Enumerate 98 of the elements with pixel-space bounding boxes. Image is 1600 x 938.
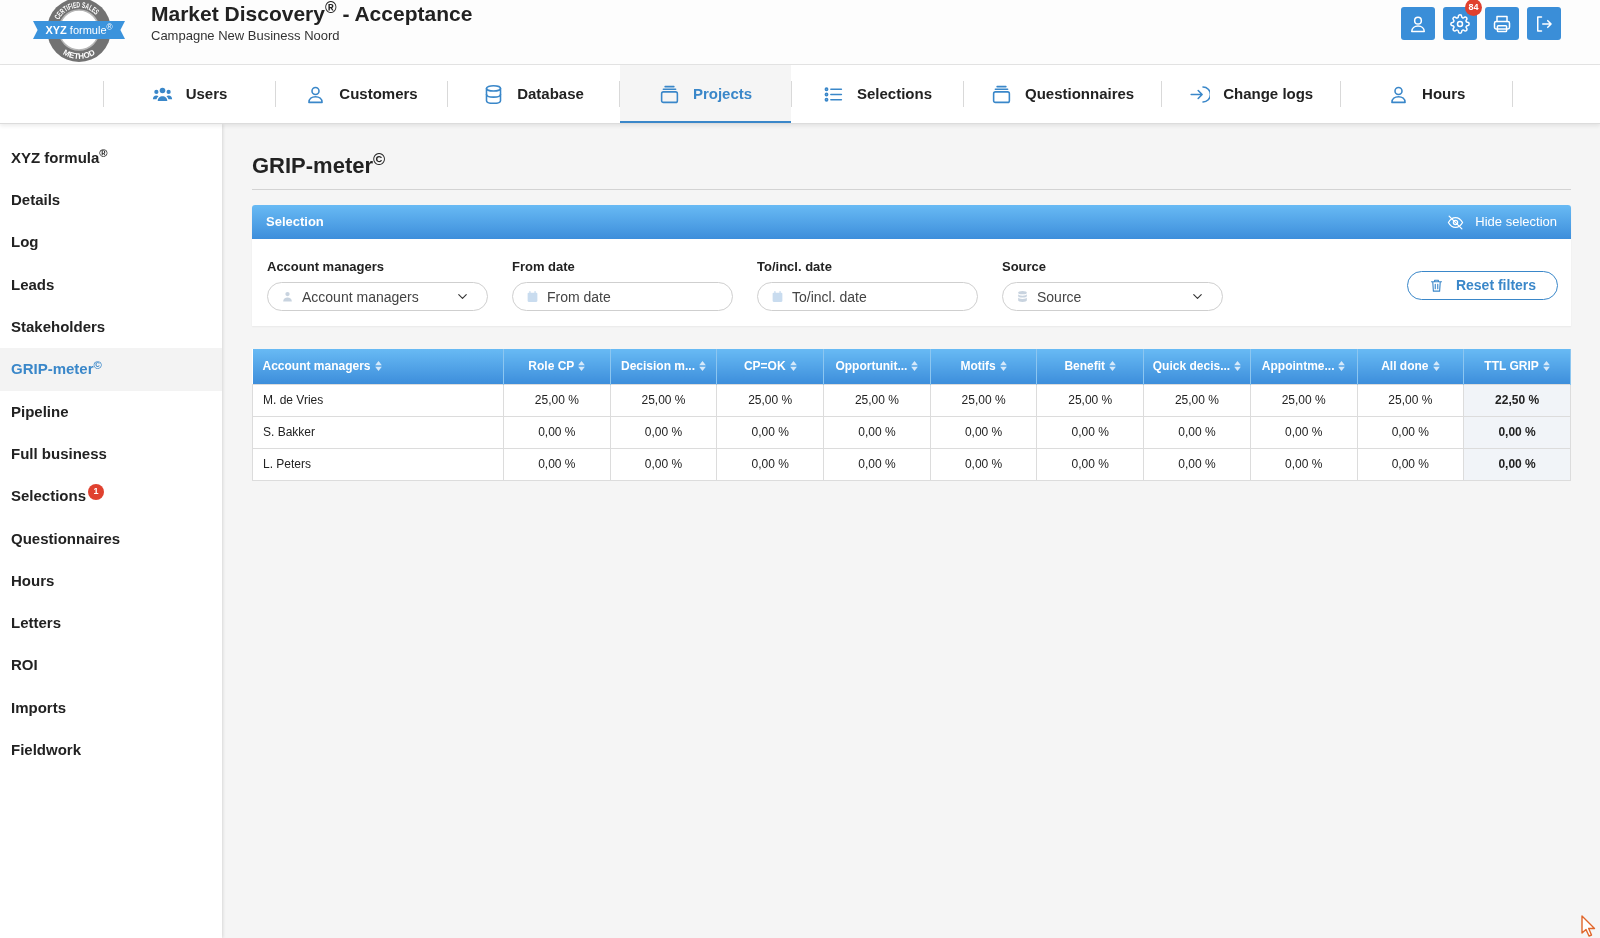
table-cell: 0,00 % bbox=[1357, 416, 1464, 448]
table-cell: 0,00 % bbox=[503, 448, 611, 480]
table-cell: 0,00 % bbox=[1357, 448, 1464, 480]
table-cell: 0,00 % bbox=[1463, 416, 1571, 448]
table-cell: 0,00 % bbox=[610, 448, 717, 480]
database-icon bbox=[1016, 290, 1029, 303]
table-cell: 22,50 % bbox=[1463, 384, 1571, 416]
table-cell: 25,00 % bbox=[930, 384, 1037, 416]
logo-ribbon: XYZ formule$^{®}$ bbox=[33, 21, 125, 39]
sidebar-item[interactable]: ROI bbox=[0, 644, 222, 687]
dropdown-field[interactable]: Account managers bbox=[267, 282, 488, 311]
date-field[interactable]: From date bbox=[512, 282, 733, 311]
sort-icon bbox=[1542, 361, 1550, 372]
table-cell: 0,00 % bbox=[930, 416, 1037, 448]
cursor-icon bbox=[1581, 915, 1596, 937]
filter-label: To/incl. date bbox=[757, 259, 832, 275]
table-cell: 0,00 % bbox=[930, 448, 1037, 480]
table-cell: 0,00 % bbox=[1143, 416, 1251, 448]
nav-tab[interactable]: Hours bbox=[1341, 65, 1513, 123]
table-cell: 0,00 % bbox=[1036, 448, 1144, 480]
logout-button[interactable] bbox=[1527, 7, 1561, 40]
page-title: GRIP-meter$^{©}$ bbox=[252, 151, 386, 180]
nav-tab[interactable]: Database bbox=[448, 65, 619, 123]
sort-icon bbox=[999, 361, 1007, 372]
filter-label: Account managers bbox=[267, 259, 385, 275]
table-cell: 0,00 % bbox=[610, 416, 717, 448]
table-cell: 0,00 % bbox=[1250, 416, 1357, 448]
user-icon bbox=[281, 290, 294, 303]
table-cell: 25,00 % bbox=[503, 384, 611, 416]
table-cell: 0,00 % bbox=[823, 448, 931, 480]
stack-icon bbox=[658, 83, 680, 105]
sidebar-item[interactable]: Letters bbox=[0, 602, 222, 645]
sidebar-item[interactable]: Full business bbox=[0, 433, 222, 476]
table-cell: 0,00 % bbox=[1250, 448, 1357, 480]
table-cell: 25,00 % bbox=[716, 384, 824, 416]
filter-label: From date bbox=[512, 259, 575, 275]
sidebar-item[interactable]: Stakeholders bbox=[0, 306, 222, 349]
sort-icon bbox=[911, 361, 919, 372]
table-cell: 0,00 % bbox=[716, 448, 824, 480]
sidebar-item[interactable]: Questionnaires bbox=[0, 517, 222, 560]
table-cell: 25,00 % bbox=[823, 384, 931, 416]
sidebar-item[interactable]: Pipeline bbox=[0, 390, 222, 434]
arrow-icon bbox=[1189, 83, 1211, 105]
table-cell: 25,00 % bbox=[610, 384, 717, 416]
print-button[interactable] bbox=[1485, 7, 1519, 40]
sort-icon bbox=[578, 361, 586, 372]
table-cell: S. Bakker bbox=[252, 416, 504, 448]
calendar-icon bbox=[771, 290, 784, 303]
sidebar-item[interactable]: Selections 1 bbox=[0, 475, 222, 518]
table-cell: 25,00 % bbox=[1143, 384, 1251, 416]
table-cell: 0,00 % bbox=[1463, 448, 1571, 480]
dropdown-field[interactable]: Source bbox=[1002, 282, 1223, 311]
sort-icon bbox=[789, 361, 797, 372]
nav-tab[interactable]: Change logs bbox=[1162, 65, 1341, 123]
sidebar-item[interactable]: Leads bbox=[0, 263, 222, 307]
sidebar-item[interactable]: Details bbox=[0, 179, 222, 222]
panel-title: Selection bbox=[266, 213, 324, 232]
profile-button[interactable] bbox=[1401, 7, 1435, 40]
table-cell: 0,00 % bbox=[716, 416, 824, 448]
table-cell: M. de Vries bbox=[252, 384, 504, 416]
filter-label: Source bbox=[1002, 259, 1047, 275]
table-cell: L. Peters bbox=[252, 448, 504, 480]
nav-tab[interactable]: Selections bbox=[792, 65, 963, 123]
app-title: Market Discovery$^{®}$ - Acceptance bbox=[151, 1, 473, 27]
sidebar-item[interactable]: Log bbox=[0, 221, 222, 264]
sidebar-item[interactable]: XYZ formula$^{®}$ bbox=[0, 137, 222, 180]
sort-icon bbox=[374, 361, 382, 372]
table-cell: 25,00 % bbox=[1250, 384, 1357, 416]
trash-icon bbox=[1428, 277, 1444, 293]
stack-icon bbox=[991, 83, 1012, 105]
nav-tab[interactable]: Projects bbox=[620, 65, 791, 123]
calendar-icon bbox=[526, 290, 539, 303]
sort-icon bbox=[1234, 361, 1242, 372]
table-cell: 25,00 % bbox=[1357, 384, 1464, 416]
table-cell: 0,00 % bbox=[823, 416, 931, 448]
logout-icon bbox=[1534, 13, 1554, 34]
sort-icon bbox=[1109, 361, 1117, 372]
date-field[interactable]: To/incl. date bbox=[757, 282, 978, 311]
sort-icon bbox=[699, 361, 707, 372]
printer-icon bbox=[1492, 13, 1512, 34]
nav-tab[interactable]: Questionnaires bbox=[964, 65, 1162, 123]
sidebar-item[interactable]: Imports bbox=[0, 686, 222, 730]
nav-tab[interactable]: Users bbox=[104, 65, 275, 123]
eye-off-icon bbox=[1447, 213, 1465, 231]
campaign-subtitle: Campagne New Business Noord bbox=[151, 27, 341, 45]
sort-icon bbox=[1432, 361, 1440, 372]
count-badge: 84 bbox=[1465, 0, 1482, 16]
sidebar-item[interactable]: Fieldwork bbox=[0, 729, 222, 772]
table-cell: 0,00 % bbox=[503, 416, 611, 448]
count-badge: 1 bbox=[88, 483, 105, 500]
settings-icon bbox=[1450, 13, 1470, 34]
sidebar-item[interactable]: Hours bbox=[0, 559, 222, 603]
nav-tab[interactable]: Customers bbox=[276, 65, 447, 123]
table-cell: 25,00 % bbox=[1036, 384, 1144, 416]
table-cell: 0,00 % bbox=[1036, 416, 1144, 448]
sidebar-item[interactable]: GRIP-meter$^{©}$ bbox=[0, 348, 222, 391]
sort-icon bbox=[1338, 361, 1346, 372]
table-cell: 0,00 % bbox=[1143, 448, 1251, 480]
